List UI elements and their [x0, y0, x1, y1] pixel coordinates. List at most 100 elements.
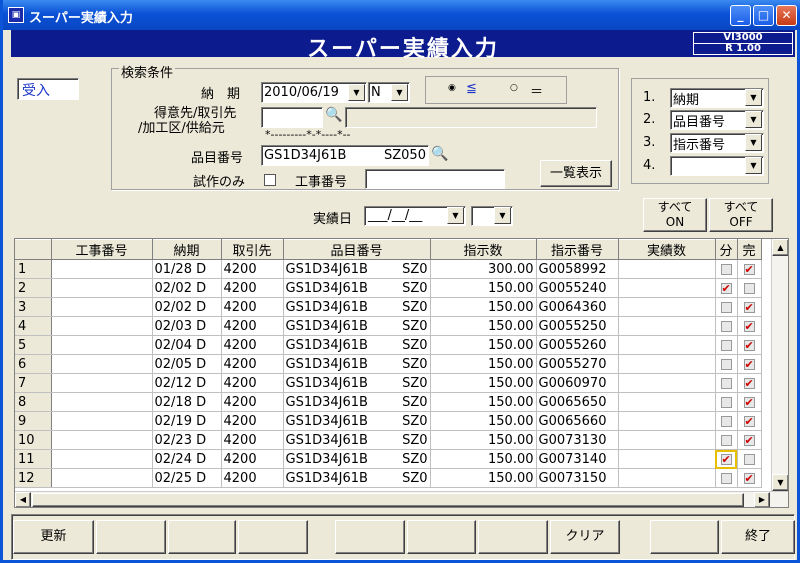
- cell-nouki[interactable]: 02/02 D: [152, 297, 222, 317]
- search-icon[interactable]: 🔍: [431, 146, 448, 162]
- cell-kan[interactable]: [737, 316, 762, 336]
- cell-kan[interactable]: [737, 259, 762, 279]
- cell-bun[interactable]: [715, 316, 738, 336]
- horizontal-scrollbar[interactable]: ◀ ▶: [15, 491, 788, 507]
- cell-nouki[interactable]: 02/19 D: [152, 411, 222, 431]
- cell-kan[interactable]: [737, 373, 762, 393]
- cell-tori[interactable]: 4200: [221, 259, 284, 279]
- maximize-button[interactable]: □: [753, 5, 774, 26]
- checkbox-kan[interactable]: [743, 472, 755, 484]
- checkbox-bun[interactable]: [720, 358, 732, 370]
- cell-kan[interactable]: [737, 335, 762, 355]
- cell-shijino[interactable]: G0073130: [536, 430, 619, 450]
- cell-kan[interactable]: [737, 278, 762, 298]
- scroll-thumb[interactable]: [32, 493, 744, 507]
- cell-shiji[interactable]: 150.00: [430, 411, 537, 431]
- all-off-button[interactable]: すべて OFF: [709, 198, 773, 232]
- cell-kan[interactable]: [737, 449, 762, 469]
- cell-koji[interactable]: [51, 335, 153, 355]
- scroll-up-button[interactable]: ▲: [772, 239, 788, 256]
- customer-field[interactable]: [261, 107, 323, 128]
- cell-bun[interactable]: [715, 449, 738, 469]
- cell-kan[interactable]: [737, 468, 762, 488]
- table-row[interactable]: 9 02/19 D 4200 GS1D34J61B SZ0 150.00 G0065660: [15, 411, 762, 431]
- cell-koji[interactable]: [51, 411, 153, 431]
- nouki-date-field[interactable]: 2010/06/19 ▼: [261, 82, 367, 103]
- checkbox-bun[interactable]: [720, 282, 732, 294]
- cell-hinmoku[interactable]: GS1D34J61B SZ0: [283, 392, 431, 412]
- cell-jisseki[interactable]: [618, 259, 716, 279]
- cell-shiji[interactable]: 300.00: [430, 259, 537, 279]
- cell-tori[interactable]: 4200: [221, 430, 284, 450]
- cell-nouki[interactable]: 02/23 D: [152, 430, 222, 450]
- function-key-2[interactable]: [96, 520, 166, 554]
- function-key-7[interactable]: [478, 520, 548, 554]
- checkbox-bun[interactable]: [720, 472, 732, 484]
- col-header[interactable]: 実績数: [618, 239, 716, 260]
- item-field[interactable]: GS1D34J61B SZ050: [261, 145, 429, 166]
- table-row[interactable]: 11 02/24 D 4200 GS1D34J61B SZ0 150.00 G0073140: [15, 449, 762, 469]
- cell-tori[interactable]: 4200: [221, 316, 284, 336]
- col-header[interactable]: 品目番号: [283, 239, 431, 260]
- checkbox-kan[interactable]: [743, 320, 755, 332]
- col-header[interactable]: 分: [715, 239, 738, 260]
- chevron-down-icon[interactable]: ▼: [494, 207, 511, 224]
- chevron-down-icon[interactable]: ▼: [745, 134, 762, 151]
- cell-hinmoku[interactable]: GS1D34J61B SZ0: [283, 468, 431, 488]
- cell-shijino[interactable]: G0055260: [536, 335, 619, 355]
- checkbox-bun[interactable]: [720, 415, 732, 427]
- search-icon[interactable]: 🔍: [325, 107, 343, 127]
- cell-hinmoku[interactable]: GS1D34J61B SZ0: [283, 411, 431, 431]
- chevron-down-icon[interactable]: ▼: [391, 84, 408, 101]
- cell-shiji[interactable]: 150.00: [430, 468, 537, 488]
- cell-hinmoku[interactable]: GS1D34J61B SZ0: [283, 449, 431, 469]
- function-key-6[interactable]: [407, 520, 476, 554]
- sort-select-1[interactable]: 納期 ▼: [670, 88, 764, 108]
- cell-shiji[interactable]: 150.00: [430, 354, 537, 374]
- cell-koji[interactable]: [51, 392, 153, 412]
- cell-koji[interactable]: [51, 354, 153, 374]
- cell-hinmoku[interactable]: GS1D34J61B SZ0: [283, 297, 431, 317]
- cell-shiji[interactable]: 150.00: [430, 449, 537, 469]
- cell-shijino[interactable]: G0060970: [536, 373, 619, 393]
- table-row[interactable]: 4 02/03 D 4200 GS1D34J61B SZ0 150.00 G0055250: [15, 316, 762, 336]
- all-on-button[interactable]: すべて ON: [643, 198, 707, 232]
- checkbox-bun[interactable]: [720, 453, 732, 465]
- cell-nouki[interactable]: 02/05 D: [152, 354, 222, 374]
- cell-kan[interactable]: [737, 354, 762, 374]
- cell-kan[interactable]: [737, 411, 762, 431]
- scroll-right-button[interactable]: ▶: [754, 492, 770, 507]
- cell-koji[interactable]: [51, 297, 153, 317]
- cell-hinmoku[interactable]: GS1D34J61B SZ0: [283, 430, 431, 450]
- cell-tori[interactable]: 4200: [221, 278, 284, 298]
- cell-jisseki[interactable]: [618, 297, 716, 317]
- cell-bun[interactable]: [715, 373, 738, 393]
- checkbox-kan[interactable]: [743, 415, 755, 427]
- cell-shiji[interactable]: 150.00: [430, 297, 537, 317]
- checkbox-kan[interactable]: [743, 301, 755, 313]
- cell-shijino[interactable]: G0055270: [536, 354, 619, 374]
- cell-jisseki[interactable]: [618, 411, 716, 431]
- col-header[interactable]: 取引先: [221, 239, 284, 260]
- checkbox-kan[interactable]: [743, 377, 755, 389]
- checkbox-bun[interactable]: [720, 263, 732, 275]
- cell-shiji[interactable]: 150.00: [430, 316, 537, 336]
- cell-jisseki[interactable]: [618, 278, 716, 298]
- col-header[interactable]: 納期: [152, 239, 222, 260]
- cell-bun[interactable]: [715, 297, 738, 317]
- cell-shiji[interactable]: 150.00: [430, 335, 537, 355]
- cell-hinmoku[interactable]: GS1D34J61B SZ0: [283, 316, 431, 336]
- cell-nouki[interactable]: 02/03 D: [152, 316, 222, 336]
- cell-kan[interactable]: [737, 430, 762, 450]
- cell-tori[interactable]: 4200: [221, 411, 284, 431]
- chevron-down-icon[interactable]: ▼: [745, 157, 762, 174]
- cell-shijino[interactable]: G0073140: [536, 449, 619, 469]
- cell-nouki[interactable]: 02/18 D: [152, 392, 222, 412]
- function-key-10[interactable]: 終了: [721, 520, 795, 554]
- cell-jisseki[interactable]: [618, 335, 716, 355]
- cell-jisseki[interactable]: [618, 430, 716, 450]
- cell-tori[interactable]: 4200: [221, 354, 284, 374]
- function-key-9[interactable]: [650, 520, 719, 554]
- cell-shiji[interactable]: 150.00: [430, 430, 537, 450]
- sort-select-4[interactable]: ▼: [670, 156, 764, 176]
